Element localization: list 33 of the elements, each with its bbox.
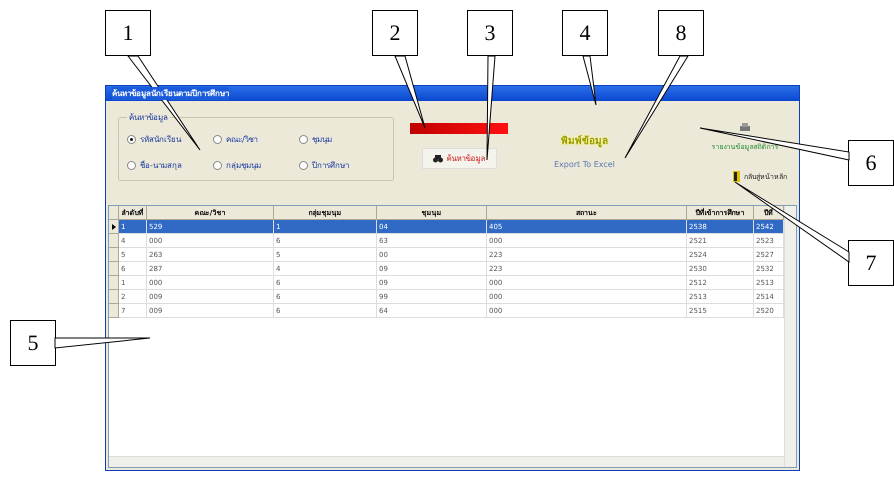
leader-line	[582, 56, 596, 106]
export-link[interactable]: Export To Excel	[554, 160, 615, 169]
row-header	[109, 206, 119, 220]
horizontal-scrollbar[interactable]	[109, 456, 784, 467]
callout-number: 4	[562, 10, 608, 56]
callout-number: 1	[105, 10, 151, 56]
callout-number: 8	[658, 10, 704, 56]
radio-icon[interactable]	[213, 134, 222, 144]
radio-icon[interactable]	[299, 134, 308, 144]
row-header[interactable]	[109, 220, 119, 234]
vertical-scrollbar[interactable]	[784, 206, 796, 467]
radio-option[interactable]: ชุมนุม	[299, 132, 385, 146]
radio-icon[interactable]	[299, 160, 308, 170]
binoculars-icon	[432, 154, 442, 162]
callout-number: 6	[848, 140, 894, 186]
radio-option[interactable]: รหัสนักเรียน	[127, 132, 213, 146]
door-icon	[733, 171, 740, 182]
radio-icon[interactable]	[127, 134, 136, 144]
callout-number: 5	[10, 320, 56, 366]
window-title: ค้นหาข้อมูลนักเรียนตามปีการศึกษา	[112, 87, 229, 100]
radio-option[interactable]: ปีการศึกษา	[299, 158, 385, 172]
radio-icon[interactable]	[127, 160, 136, 170]
radio-icon[interactable]	[213, 160, 222, 170]
radio-option[interactable]: คณะ/วิชา	[213, 132, 299, 146]
callout-number: 3	[467, 10, 513, 56]
search-button[interactable]: ค้นหาข้อมูล	[422, 148, 496, 169]
group-title: ค้นหาข้อมูล	[128, 112, 169, 124]
row-pointer-icon	[112, 224, 116, 230]
radio-option[interactable]: กลุ่มชุมนุม	[213, 158, 299, 172]
radio-option[interactable]: ชื่อ-นามสกุล	[127, 158, 213, 172]
callout-number: 7	[848, 240, 894, 286]
callout-number: 2	[372, 10, 418, 56]
printer-icon	[740, 123, 750, 132]
